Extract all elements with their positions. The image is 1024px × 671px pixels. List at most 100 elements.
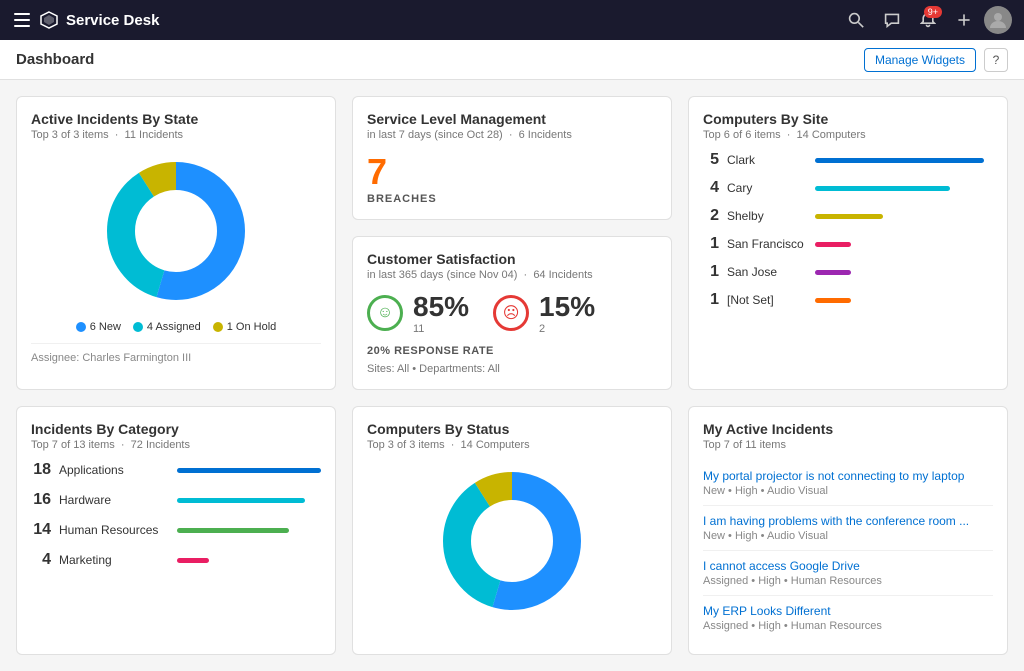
legend-new-label: 6 New xyxy=(90,321,121,333)
middle-col: Service Level Management in last 7 days … xyxy=(352,96,672,390)
site-row: 2 Shelby xyxy=(703,207,993,225)
brand: Service Desk xyxy=(12,10,840,30)
computers-by-site-subtitle: Top 6 of 6 items · 14 Computers xyxy=(703,129,993,141)
site-row: 4 Cary xyxy=(703,179,993,197)
computers-by-site-title: Computers By Site xyxy=(703,111,993,127)
site-bar xyxy=(815,298,851,303)
my-active-incidents-card: My Active Incidents Top 7 of 11 items My… xyxy=(688,406,1008,655)
category-row: 16 Hardware xyxy=(31,491,321,509)
active-incidents-footer: Assignee: Charles Farmington III xyxy=(31,343,321,364)
site-row: 5 Clark xyxy=(703,151,993,169)
csat-positive-count: 11 xyxy=(413,323,469,335)
incident-title[interactable]: I cannot access Google Drive xyxy=(703,559,993,573)
csat-filter: Sites: All • Departments: All xyxy=(367,363,657,375)
incident-meta: New • High • Audio Visual xyxy=(703,530,993,542)
my-active-incidents-subtitle: Top 7 of 11 items xyxy=(703,439,993,451)
user-avatar[interactable] xyxy=(984,6,1012,34)
site-row: 1 [Not Set] xyxy=(703,291,993,309)
incident-item: My portal projector is not connecting to… xyxy=(703,461,993,506)
category-count: 4 xyxy=(31,551,51,569)
hamburger-icon[interactable] xyxy=(12,10,32,30)
site-row: 1 San Francisco xyxy=(703,235,993,253)
search-button[interactable] xyxy=(840,4,872,36)
category-bar-container xyxy=(177,558,321,563)
brand-name: Service Desk xyxy=(66,12,159,29)
csat-positive: ☺ 85% 11 xyxy=(367,291,469,335)
dashboard: Active Incidents By State Top 3 of 3 ite… xyxy=(0,80,1024,671)
legend-assigned: 4 Assigned xyxy=(133,321,201,333)
incidents-by-category-subtitle: Top 7 of 13 items · 72 Incidents xyxy=(31,439,321,451)
site-count: 5 xyxy=(703,151,719,169)
legend-new: 6 New xyxy=(76,321,121,333)
site-name: Shelby xyxy=(727,209,807,223)
category-bar xyxy=(177,558,209,563)
incident-item: I am having problems with the conference… xyxy=(703,506,993,551)
slm-title: Service Level Management xyxy=(367,111,657,127)
active-incidents-title: Active Incidents By State xyxy=(31,111,321,127)
slm-subtitle: in last 7 days (since Oct 28) · 6 Incide… xyxy=(367,129,657,141)
active-incidents-legend: 6 New 4 Assigned 1 On Hold xyxy=(76,321,277,333)
computers-by-status-card: Computers By Status Top 3 of 3 items · 1… xyxy=(352,406,672,655)
brand-logo-icon xyxy=(40,11,58,29)
category-name: Hardware xyxy=(59,493,169,507)
category-count: 14 xyxy=(31,521,51,539)
incident-title[interactable]: My ERP Looks Different xyxy=(703,604,993,618)
site-name: [Not Set] xyxy=(727,293,807,307)
csat-positive-icon: ☺ xyxy=(367,295,403,331)
site-count: 1 xyxy=(703,263,719,281)
incident-meta: New • High • Audio Visual xyxy=(703,485,993,497)
site-bar xyxy=(815,242,851,247)
top-nav: Service Desk 9+ xyxy=(0,0,1024,40)
category-name: Marketing xyxy=(59,553,169,567)
legend-onhold-dot xyxy=(213,322,223,332)
subheader: Dashboard Manage Widgets ? xyxy=(0,40,1024,80)
computers-by-status-subtitle: Top 3 of 3 items · 14 Computers xyxy=(367,439,657,451)
category-row: 18 Applications xyxy=(31,461,321,479)
computers-by-site-card: Computers By Site Top 6 of 6 items · 14 … xyxy=(688,96,1008,390)
help-button[interactable]: ? xyxy=(984,48,1008,72)
subheader-actions: Manage Widgets ? xyxy=(864,48,1008,72)
category-bar-container xyxy=(177,528,321,533)
site-count: 1 xyxy=(703,235,719,253)
legend-onhold-label: 1 On Hold xyxy=(227,321,277,333)
csat-negative-icon: ☹ xyxy=(493,295,529,331)
site-bar-container xyxy=(815,242,993,247)
site-bar-container xyxy=(815,214,993,219)
csat-title: Customer Satisfaction xyxy=(367,251,657,267)
nav-actions: 9+ xyxy=(840,4,1012,36)
csat-positive-pct: 85% xyxy=(413,291,469,323)
category-name: Applications xyxy=(59,463,169,477)
csat-positive-data: 85% 11 xyxy=(413,291,469,335)
category-count: 16 xyxy=(31,491,51,509)
site-name: San Francisco xyxy=(727,237,807,251)
site-bar-container xyxy=(815,186,993,191)
site-bar-container xyxy=(815,298,993,303)
site-bar xyxy=(815,186,950,191)
add-button[interactable] xyxy=(948,4,980,36)
csat-card: Customer Satisfaction in last 365 days (… xyxy=(352,236,672,390)
csat-response-rate: 20% RESPONSE RATE xyxy=(367,345,657,357)
incidents-by-category-card: Incidents By Category Top 7 of 13 items … xyxy=(16,406,336,655)
site-count: 4 xyxy=(703,179,719,197)
category-bar xyxy=(177,468,321,473)
computers-by-site-list: 5 Clark 4 Cary 2 Shelby 1 San Francisco … xyxy=(703,151,993,309)
notification-badge: 9+ xyxy=(924,6,942,18)
category-count: 18 xyxy=(31,461,51,479)
legend-assigned-dot xyxy=(133,322,143,332)
slm-label: BREACHES xyxy=(367,193,657,205)
computers-by-status-title: Computers By Status xyxy=(367,421,657,437)
incidents-by-category-title: Incidents By Category xyxy=(31,421,321,437)
incident-title[interactable]: I am having problems with the conference… xyxy=(703,514,993,528)
incident-title[interactable]: My portal projector is not connecting to… xyxy=(703,469,993,483)
site-bar xyxy=(815,214,883,219)
chat-button[interactable] xyxy=(876,4,908,36)
csat-negative-data: 15% 2 xyxy=(539,291,595,335)
csat-subtitle: in last 365 days (since Nov 04) · 64 Inc… xyxy=(367,269,657,281)
my-active-incidents-list: My portal projector is not connecting to… xyxy=(703,461,993,640)
manage-widgets-button[interactable]: Manage Widgets xyxy=(864,48,976,72)
active-incidents-card: Active Incidents By State Top 3 of 3 ite… xyxy=(16,96,336,390)
notifications-button[interactable]: 9+ xyxy=(912,4,944,36)
site-count: 2 xyxy=(703,207,719,225)
active-incidents-subtitle: Top 3 of 3 items · 11 Incidents xyxy=(31,129,321,141)
incidents-by-category-list: 18 Applications 16 Hardware 14 Human Res… xyxy=(31,461,321,569)
